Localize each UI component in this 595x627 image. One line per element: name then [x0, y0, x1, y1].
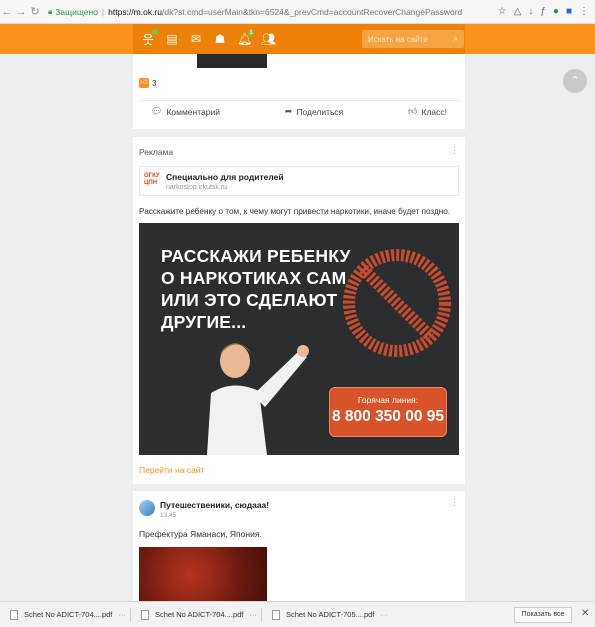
advertiser-name: Специально для родителей	[166, 171, 284, 182]
site-header: 웃 ▤ ✉ ☗ 🔔︎ 1 👥︎ Искать на сайте ⌕	[0, 24, 595, 54]
ad-headline-line: РАССКАЖИ РЕБЕНКУ	[161, 246, 351, 266]
url-host: https://m.ok.ru	[108, 6, 162, 17]
hotline-number: 8 800 350 00 95	[331, 408, 445, 425]
feed-icon[interactable]: ▤	[165, 32, 179, 46]
like-button[interactable]: 👍︎ Класс!	[408, 106, 447, 117]
thumbs-up-icon: 👍︎	[408, 106, 418, 116]
post-image[interactable]	[139, 547, 267, 601]
post-image[interactable]	[197, 54, 267, 68]
online-dot	[151, 27, 159, 36]
download-menu-icon[interactable]: ···	[118, 610, 126, 619]
post-text: Префектура Яманаси, Япония.	[139, 529, 262, 539]
ad-card: Реклама ⋮ ОГКУ ЦПН Специально для родите…	[133, 137, 465, 484]
search-placeholder: Искать на сайте	[368, 34, 428, 44]
feed-post: Путешественики, сюдааа! 13:45 ⋮ Префекту…	[133, 491, 465, 601]
url-separator: |	[101, 6, 105, 17]
close-icon[interactable]: ✕	[581, 608, 589, 619]
show-all-downloads-button[interactable]: Показать все	[514, 607, 572, 623]
notifications-icon[interactable]: 🔔︎ 1	[237, 29, 255, 46]
menu-icon[interactable]: ⋮	[579, 6, 589, 17]
screenshot-extension-icon[interactable]: ■	[566, 6, 572, 17]
share-button[interactable]: ➦ Поделиться	[285, 106, 343, 117]
address-bar[interactable]: 🔒︎ Защищено | https://m.ok.ru /dk?st.cmd…	[48, 4, 498, 20]
download-item[interactable]: Schet No ADICT-705....pdf ···	[272, 609, 392, 620]
downloads-bar: Schet No ADICT-704....pdf ··· Schet No A…	[0, 601, 595, 627]
back-icon[interactable]: ←	[0, 6, 14, 18]
secure-label: Защищено	[55, 6, 98, 17]
advertiser-info: Специально для родителей narkostop.irkut…	[161, 172, 284, 191]
font-extension-icon[interactable]: ƒ	[540, 6, 546, 17]
share-icon: ➦	[284, 106, 293, 116]
ad-headline-line: О НАРКОТИКАХ САМ	[161, 268, 347, 288]
friends-icon[interactable]: 👥︎	[261, 32, 276, 46]
pdf-file-icon	[10, 609, 18, 620]
hotline-label: Горячая линия:	[357, 395, 419, 405]
forward-icon[interactable]: →	[14, 6, 28, 18]
comment-label: Комментарий	[166, 106, 220, 117]
bookmark-star-icon[interactable]: ☆	[498, 6, 507, 17]
post-time: 13:45	[160, 512, 177, 519]
download-item[interactable]: Schet No ADICT-704....pdf ···	[10, 609, 130, 620]
hotline-box: Горячая линия: 8 800 350 00 95	[329, 387, 447, 437]
extension-icons: ☆ △ ↓ ƒ ● ■ ⋮	[498, 6, 595, 17]
ad-headline-line: ДРУГИЕ...	[161, 312, 247, 332]
more-options-icon[interactable]: ⋮	[450, 145, 459, 156]
boy-illustration	[207, 343, 309, 455]
drive-icon[interactable]: △	[514, 6, 522, 17]
header-center: 웃 ▤ ✉ ☗ 🔔︎ 1 👥︎ Искать на сайте ⌕	[133, 24, 465, 54]
download-menu-icon[interactable]: ···	[380, 610, 388, 619]
comment-icon: 💬︎	[151, 106, 163, 116]
messages-icon[interactable]: ✉	[189, 32, 203, 46]
advertiser-logo: ОГКУ ЦПН	[144, 172, 160, 186]
search-icon[interactable]: ⌕	[453, 33, 458, 44]
advertiser-block[interactable]: ОГКУ ЦПН Специально для родителей narkos…	[139, 166, 459, 196]
ad-label: Реклама	[139, 147, 174, 157]
evernote-icon[interactable]: ●	[553, 6, 559, 17]
download-filename: Schet No ADICT-704....pdf	[155, 610, 244, 619]
download-filename: Schet No ADICT-705....pdf	[286, 610, 375, 619]
feed-post: 👍︎ 3 💬︎ Комментарий ➦ Поделиться 👍︎ Класс!	[133, 54, 465, 129]
search-input[interactable]: Искать на сайте ⌕	[362, 30, 464, 48]
ad-headline: РАССКАЖИ РЕБЕНКУ О НАРКОТИКАХ САМ ИЛИ ЭТ…	[161, 245, 351, 333]
notifications-badge: 1	[247, 29, 255, 37]
ad-text: Расскажите ребенку о том, к чему могут п…	[139, 207, 451, 216]
likes-count: 3	[152, 78, 157, 88]
friends-notify-icon[interactable]: 웃	[141, 27, 159, 48]
scroll-to-top-button[interactable]: ⌃	[563, 69, 587, 93]
header-icons: 웃 ▤ ✉ ☗ 🔔︎ 1 👥︎	[141, 27, 276, 48]
download-item[interactable]: Schet No ADICT-704....pdf ···	[141, 609, 261, 620]
ad-headline-line: ИЛИ ЭТО СДЕЛАЮТ	[161, 290, 338, 310]
post-actions: 💬︎ Комментарий ➦ Поделиться 👍︎ Класс!	[139, 100, 459, 122]
extension-icon[interactable]: ↓	[528, 6, 533, 17]
comment-button[interactable]: 💬︎ Комментарий	[151, 106, 220, 117]
advertiser-site: narkostop.irkutsk.ru	[166, 183, 228, 191]
group-name[interactable]: Путешественики, сюдааа!	[160, 500, 269, 510]
divider	[261, 607, 262, 622]
pdf-file-icon	[272, 609, 280, 620]
prohibition-sign-icon	[343, 249, 451, 357]
more-options-icon[interactable]: ⋮	[450, 497, 459, 508]
like-count-icon: 👍︎	[139, 78, 149, 88]
divider	[130, 607, 131, 622]
share-label: Поделиться	[296, 106, 344, 117]
likes-summary[interactable]: 👍︎ 3	[139, 78, 156, 88]
url-path: /dk?st.cmd=userMain&tkn=6524&_prevCmd=ac…	[162, 6, 463, 17]
discussions-icon[interactable]: ☗	[213, 32, 227, 46]
lock-icon: 🔒︎	[48, 6, 53, 16]
download-menu-icon[interactable]: ···	[249, 610, 257, 619]
visit-site-link[interactable]: Перейти на сайт	[139, 465, 204, 475]
page-content: 👍︎ 3 💬︎ Комментарий ➦ Поделиться 👍︎ Класс! …	[0, 54, 595, 601]
pdf-file-icon	[141, 609, 149, 620]
ad-banner[interactable]: РАССКАЖИ РЕБЕНКУ О НАРКОТИКАХ САМ ИЛИ ЭТ…	[139, 223, 459, 455]
group-avatar[interactable]	[139, 500, 155, 516]
download-filename: Schet No ADICT-704....pdf	[24, 610, 113, 619]
like-label: Класс!	[421, 106, 448, 117]
browser-toolbar: ← → ↻ 🔒︎ Защищено | https://m.ok.ru /dk?…	[0, 0, 595, 24]
reload-icon[interactable]: ↻	[28, 5, 42, 18]
